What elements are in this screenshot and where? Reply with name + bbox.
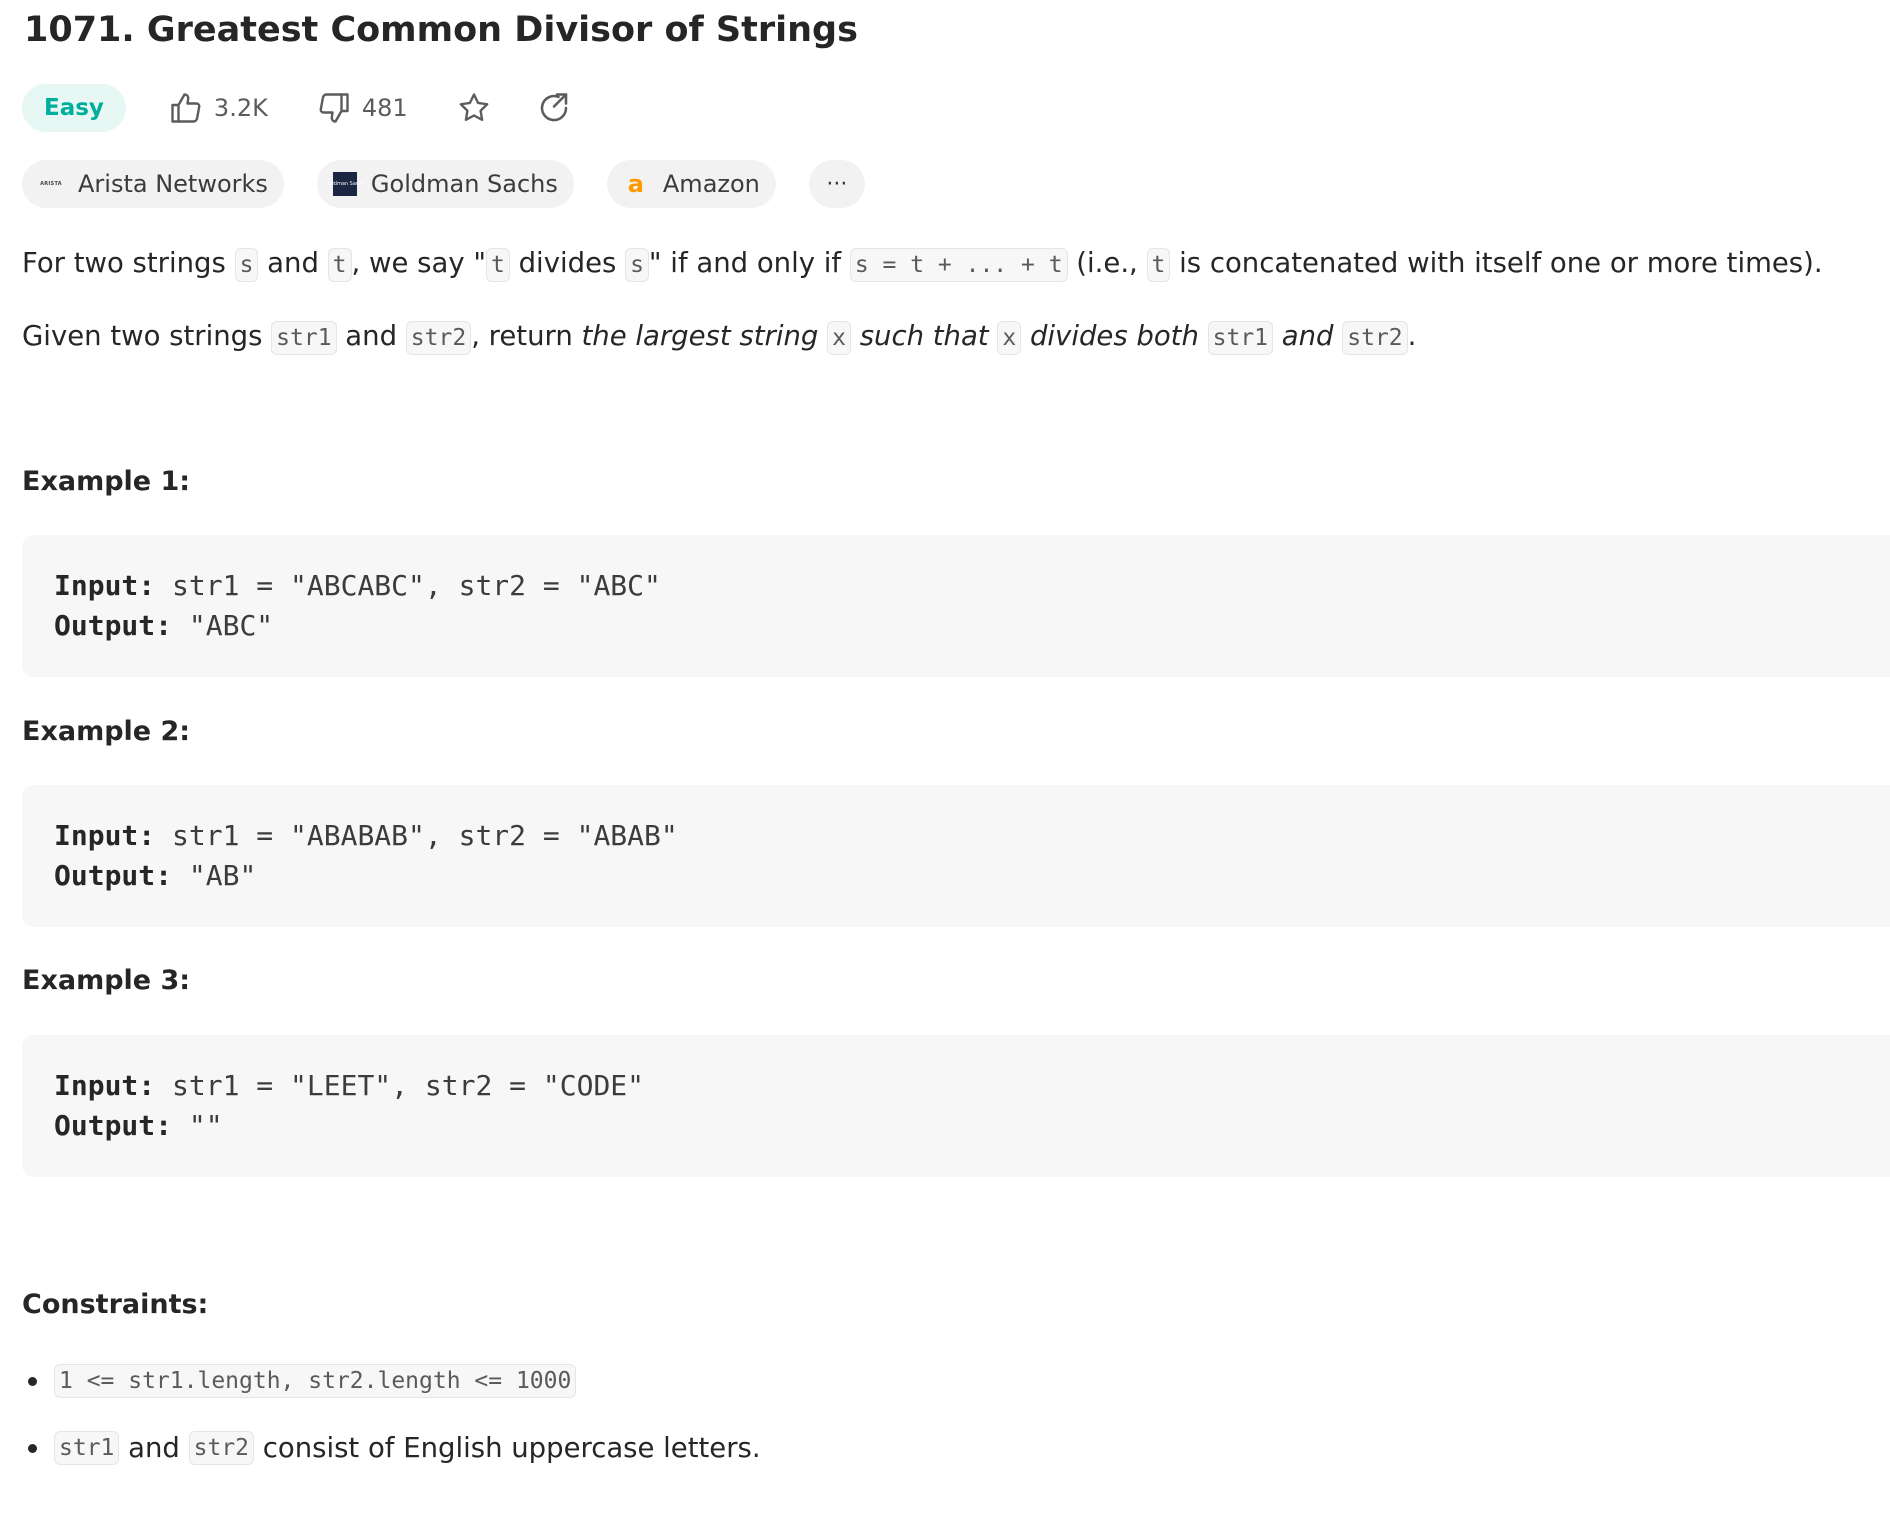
dislike-button[interactable]: 481 bbox=[316, 90, 408, 126]
inline-code: s bbox=[234, 248, 259, 282]
example-output: Output: "AB" bbox=[54, 859, 257, 892]
favorite-button[interactable] bbox=[456, 90, 492, 126]
inline-code: str2 bbox=[1342, 321, 1408, 355]
example-input: Input: str1 = "ABCABC", str2 = "ABC" bbox=[54, 569, 661, 602]
company-name: Arista Networks bbox=[78, 170, 268, 198]
goldman-sachs-logo: Goldman Sachs bbox=[325, 172, 364, 196]
problem-description-panel: 1071. Greatest Common Divisor of Strings… bbox=[0, 0, 1890, 1524]
example-output: Output: "ABC" bbox=[54, 609, 274, 642]
dislike-count: 481 bbox=[361, 94, 408, 122]
like-button[interactable]: 3.2K bbox=[168, 90, 268, 126]
more-companies-button[interactable]: ··· bbox=[808, 160, 865, 208]
like-count: 3.2K bbox=[213, 94, 268, 122]
star-icon bbox=[456, 90, 492, 126]
example-1-heading: Example 1: bbox=[22, 466, 191, 497]
description-paragraph-1: For two strings s and t, we say " t divid… bbox=[22, 243, 1823, 285]
inline-code: str1 bbox=[1207, 321, 1274, 355]
example-2-heading: Example 2: bbox=[22, 716, 191, 747]
example-input: Input: str1 = "ABABAB", str2 = "ABAB" bbox=[54, 819, 678, 852]
example-input: Input: str1 = "LEET", str2 = "CODE" bbox=[54, 1069, 645, 1102]
inline-code: x bbox=[827, 321, 851, 355]
inline-code: str2 bbox=[405, 321, 472, 355]
example-3-heading: Example 3: bbox=[22, 965, 191, 996]
inline-code: str1 bbox=[54, 1431, 120, 1465]
arista-logo: ARISTA bbox=[40, 181, 62, 187]
inline-code: 1 <= str1.length, str2.length <= 1000 bbox=[54, 1364, 577, 1398]
constraint-item: 1 <= str1.length, str2.length <= 1000 bbox=[28, 1359, 577, 1403]
company-name: Amazon bbox=[662, 170, 760, 198]
description-paragraph-2: Given two strings str1 and str2, return … bbox=[22, 316, 1416, 358]
inline-code: s bbox=[625, 248, 649, 282]
inline-code: t bbox=[486, 248, 510, 282]
bullet bbox=[28, 1443, 37, 1453]
inline-code: str1 bbox=[271, 321, 337, 355]
example-2-block: Input: str1 = "ABABAB", str2 = "ABAB" Ou… bbox=[22, 785, 1890, 927]
bullet bbox=[28, 1376, 37, 1386]
inline-code: x bbox=[997, 321, 1022, 355]
difficulty-badge[interactable]: Easy bbox=[22, 84, 126, 132]
problem-meta-row: Easy 3.2K 481 bbox=[22, 84, 616, 132]
company-tags: ARISTA Arista Networks Goldman Sachs Gol… bbox=[22, 160, 865, 208]
inline-code: s = t + ... + t bbox=[849, 248, 1068, 282]
thumbs-down-icon bbox=[316, 90, 352, 126]
share-icon bbox=[536, 90, 572, 126]
share-button[interactable] bbox=[536, 90, 572, 126]
constraint-item: str1 and str2 consist of English upperca… bbox=[28, 1426, 761, 1470]
inline-code: t bbox=[1146, 248, 1171, 282]
example-1-block: Input: str1 = "ABCABC", str2 = "ABC" Out… bbox=[22, 535, 1890, 677]
example-output: Output: "" bbox=[54, 1109, 223, 1142]
amazon-logo: a bbox=[627, 170, 644, 198]
company-name: Goldman Sachs bbox=[370, 170, 558, 198]
problem-title: 1071. Greatest Common Divisor of Strings bbox=[24, 10, 858, 50]
constraints-heading: Constraints: bbox=[22, 1289, 209, 1320]
company-tag-amazon[interactable]: a Amazon bbox=[606, 160, 776, 208]
thumbs-up-icon bbox=[168, 90, 204, 126]
company-tag-arista[interactable]: ARISTA Arista Networks bbox=[22, 160, 284, 208]
inline-code: str2 bbox=[188, 1431, 255, 1465]
inline-code: t bbox=[327, 248, 352, 282]
example-3-block: Input: str1 = "LEET", str2 = "CODE" Outp… bbox=[22, 1035, 1890, 1177]
company-tag-goldman-sachs[interactable]: Goldman Sachs Goldman Sachs bbox=[316, 160, 574, 208]
